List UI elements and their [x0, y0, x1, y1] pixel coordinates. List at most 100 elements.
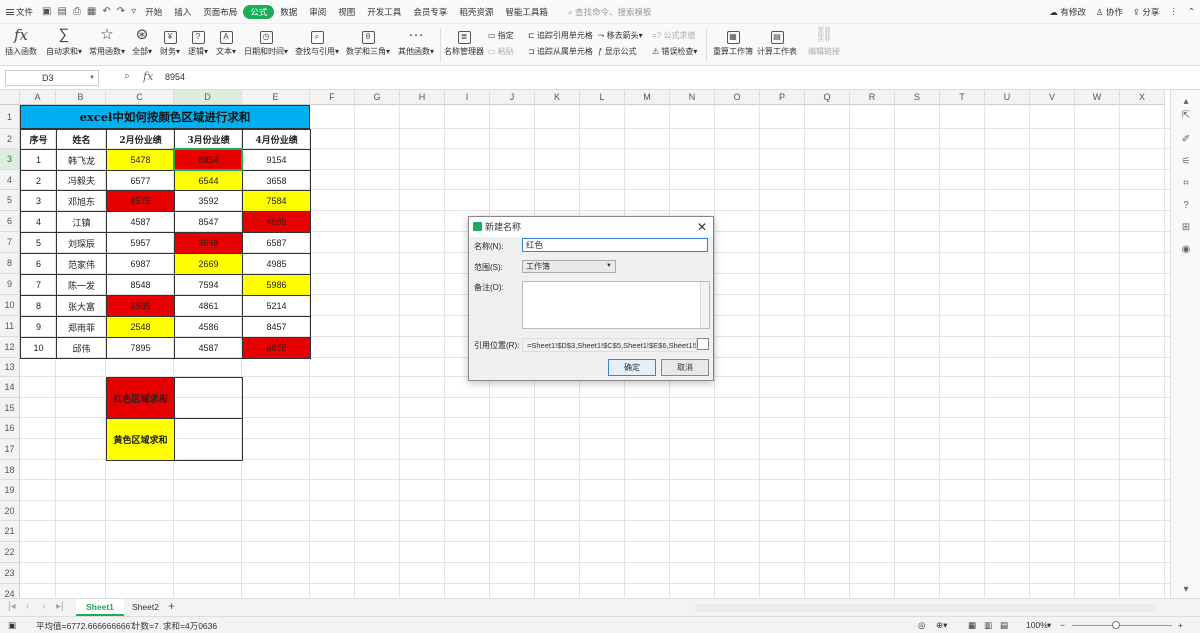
- column-header-b[interactable]: B: [56, 90, 106, 105]
- zoom-slider-knob[interactable]: [1112, 621, 1120, 629]
- column-header-l[interactable]: L: [580, 90, 625, 105]
- cancel-button[interactable]: 取消: [661, 359, 709, 376]
- column-header-a[interactable]: A: [20, 90, 56, 105]
- row-header-7[interactable]: 7: [0, 232, 20, 253]
- edit-links-button[interactable]: ⛓ 编辑链接: [806, 24, 842, 57]
- ribbon-tab[interactable]: 开发工具: [361, 7, 407, 17]
- trace-dependents-button[interactable]: ⊐ 追踪从属单元格: [528, 46, 593, 57]
- table-cell[interactable]: 6875: [242, 337, 311, 359]
- header-cell[interactable]: 序号: [20, 129, 57, 150]
- formula-input[interactable]: 8954: [165, 72, 185, 82]
- settings-slider-icon[interactable]: ⚟: [1180, 156, 1192, 168]
- note-scrollbar[interactable]: [700, 282, 709, 328]
- column-header-e[interactable]: E: [242, 90, 310, 105]
- zoom-slider-track[interactable]: [1072, 625, 1172, 626]
- zoom-level[interactable]: 100%: [1026, 620, 1048, 630]
- table-cell[interactable]: 2548: [106, 316, 175, 338]
- text-button[interactable]: A 文本▾: [214, 24, 238, 57]
- row-header-16[interactable]: 16: [0, 418, 20, 439]
- table-cell[interactable]: 6577: [106, 170, 175, 191]
- zoom-out-icon[interactable]: −: [1060, 620, 1065, 630]
- ribbon-tab[interactable]: 审阅: [303, 7, 332, 17]
- column-header-m[interactable]: M: [625, 90, 670, 105]
- table-cell[interactable]: 5986: [242, 274, 311, 296]
- last-sheet-icon[interactable]: ▸|: [56, 601, 64, 612]
- sheet-title-cell[interactable]: excel中如何按颜色区域进行求和: [20, 105, 310, 129]
- table-cell[interactable]: 邱伟: [56, 337, 107, 359]
- table-cell[interactable]: 1: [20, 149, 57, 171]
- column-header-d[interactable]: D: [174, 90, 242, 105]
- row-header-12[interactable]: 12: [0, 337, 20, 358]
- crop-icon[interactable]: ⌗: [1180, 178, 1192, 190]
- row-header-2[interactable]: 2: [0, 129, 20, 149]
- header-cell[interactable]: 3月份业绩: [174, 129, 243, 150]
- table-cell[interactable]: 9: [20, 316, 57, 338]
- table-cell[interactable]: 8547: [174, 211, 243, 233]
- scroll-down-icon[interactable]: ▾: [1180, 584, 1192, 596]
- horizontal-scrollbar[interactable]: [695, 604, 1155, 612]
- add-sheet-icon[interactable]: +: [168, 599, 175, 613]
- row-header-23[interactable]: 23: [0, 563, 20, 584]
- ribbon-tab[interactable]: 开始: [139, 7, 168, 17]
- column-header-f[interactable]: F: [310, 90, 355, 105]
- row-header-15[interactable]: 15: [0, 398, 20, 418]
- eye-protection-icon[interactable]: ◎: [918, 620, 925, 631]
- common-functions-button[interactable]: ☆ 常用函数▾: [86, 24, 128, 57]
- table-cell[interactable]: 江镇: [56, 211, 107, 233]
- trace-precedents-button[interactable]: ⊏ 追踪引用单元格: [528, 30, 593, 41]
- paste-name-button[interactable]: ▭ 粘贴: [488, 46, 514, 57]
- datetime-button[interactable]: ◷ 日期和时间▾: [242, 24, 290, 57]
- calc-sheet-button[interactable]: ▤ 计算工作表: [756, 24, 798, 57]
- table-cell[interactable]: 7: [20, 274, 57, 296]
- error-check-button[interactable]: ⚠ 错误检查▾: [652, 46, 697, 57]
- finance-button[interactable]: ¥ 财务▾: [158, 24, 182, 57]
- red-sum-label[interactable]: 红色区域求和: [106, 377, 175, 419]
- ribbon-tab[interactable]: 会员专享: [407, 7, 453, 17]
- formula-eval-button[interactable]: =? 公式求值: [652, 30, 695, 41]
- save-icon[interactable]: ▣: [39, 6, 54, 17]
- table-cell[interactable]: 刘琛辰: [56, 232, 107, 254]
- ribbon-tab[interactable]: 视图: [332, 7, 361, 17]
- column-header-v[interactable]: V: [1030, 90, 1075, 105]
- print-icon[interactable]: ⎙: [70, 6, 84, 17]
- column-header-p[interactable]: P: [760, 90, 805, 105]
- row-header-18[interactable]: 18: [0, 460, 20, 480]
- ribbon-tab[interactable]: 插入: [168, 7, 197, 17]
- table-cell[interactable]: 7584: [242, 190, 311, 212]
- table-cell[interactable]: 6587: [242, 232, 311, 254]
- table-cell[interactable]: 4589: [242, 211, 311, 233]
- table-cell[interactable]: 范家伟: [56, 253, 107, 275]
- has-changes-button[interactable]: ☁ 有修改: [1044, 6, 1090, 18]
- scroll-up-icon[interactable]: ▴: [1180, 96, 1192, 108]
- table-cell[interactable]: 9154: [242, 149, 311, 171]
- row-header-1[interactable]: 1: [0, 105, 20, 129]
- row-header-19[interactable]: 19: [0, 480, 20, 501]
- next-sheet-icon[interactable]: ›: [42, 601, 45, 612]
- row-header-17[interactable]: 17: [0, 439, 20, 460]
- row-header-20[interactable]: 20: [0, 501, 20, 521]
- undo-icon[interactable]: ↶: [99, 6, 113, 17]
- export-pdf-icon[interactable]: ▤: [54, 6, 69, 17]
- header-cell[interactable]: 姓名: [56, 129, 107, 150]
- normal-view-icon[interactable]: ▦: [968, 620, 976, 631]
- zoom-in-icon[interactable]: +: [1178, 620, 1183, 630]
- prev-sheet-icon[interactable]: ‹: [26, 601, 29, 612]
- column-header-u[interactable]: U: [985, 90, 1030, 105]
- column-header-c[interactable]: C: [106, 90, 174, 105]
- backup-icon[interactable]: ⊞: [1180, 222, 1192, 234]
- red-sum-value[interactable]: [174, 377, 243, 419]
- table-cell[interactable]: 4985: [242, 253, 311, 275]
- header-cell[interactable]: 2月份业绩: [106, 129, 175, 150]
- row-header-8[interactable]: 8: [0, 253, 20, 274]
- define-name-button[interactable]: ▭ 指定: [488, 30, 514, 41]
- row-header-13[interactable]: 13: [0, 358, 20, 377]
- select-icon[interactable]: ⇱: [1180, 110, 1192, 122]
- column-header-w[interactable]: W: [1075, 90, 1120, 105]
- yellow-sum-label[interactable]: 黄色区域求和: [106, 418, 175, 461]
- all-functions-button[interactable]: ⊛ 全部▾: [130, 24, 154, 57]
- sheet-tab-sheet2[interactable]: Sheet2: [122, 599, 169, 616]
- redo-icon[interactable]: ↷: [114, 6, 128, 17]
- table-cell[interactable]: 10: [20, 337, 57, 359]
- name-box[interactable]: D3 ▼: [5, 70, 99, 86]
- column-header-s[interactable]: S: [895, 90, 940, 105]
